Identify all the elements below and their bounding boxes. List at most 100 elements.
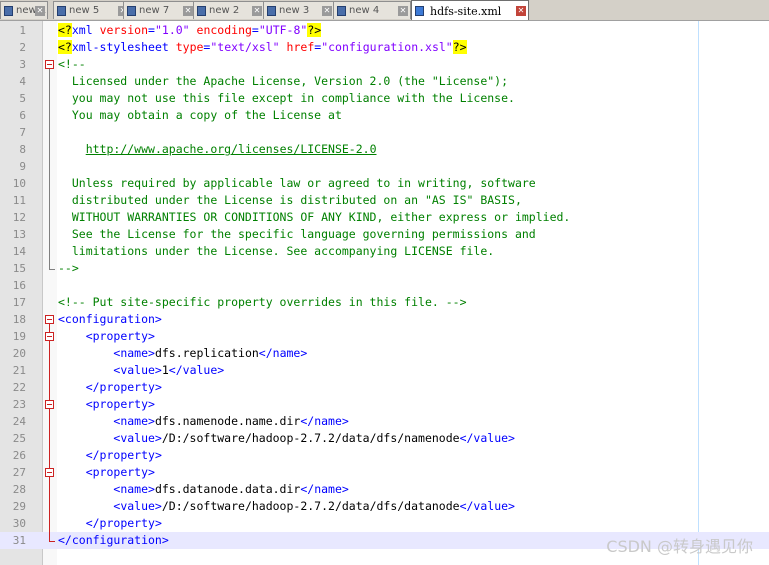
tab-new-7[interactable]: new 7 ✕ (123, 1, 196, 19)
code-token: --> (58, 261, 79, 275)
code-token: <name> (113, 414, 155, 428)
code-token: "1.0" (154, 23, 190, 37)
tab-label: new 7 (139, 5, 170, 16)
tab-hdfs-site-xml[interactable]: hdfs-site.xml ✕ (411, 0, 529, 20)
code-line[interactable]: 17 <!-- Put site-specific property overri… (0, 294, 769, 311)
document-icon (337, 6, 346, 16)
code-editor[interactable]: 1 <?xml version="1.0" encoding="UTF-8"?> 2… (0, 21, 769, 565)
code-token: <? (58, 23, 72, 37)
code-token: </property> (85, 448, 162, 462)
code-token: <configuration> (58, 312, 162, 326)
fold-toggle-icon[interactable] (45, 315, 54, 324)
fold-end-marker (49, 541, 55, 542)
code-line[interactable]: 30 </property> (0, 515, 769, 532)
code-line[interactable]: 24 <name>dfs.namenode.name.dir</name> (0, 413, 769, 430)
fold-end-marker (49, 269, 55, 270)
code-line[interactable]: 21 <value>1</value> (0, 362, 769, 379)
code-line[interactable]: 28 <name>dfs.datanode.data.dir</name> (0, 481, 769, 498)
code-line[interactable]: 4 Licensed under the Apache License, Ver… (0, 73, 769, 90)
tab-new-4[interactable]: new 4 ✕ (333, 1, 411, 19)
line-number: 2 (19, 41, 26, 54)
line-code: You may obtain a copy of the License at (58, 107, 342, 124)
line-code: </property> (58, 447, 162, 464)
document-icon (267, 6, 276, 16)
code-line[interactable]: 13 See the License for the specific lang… (0, 226, 769, 243)
code-line[interactable]: 5 you may not use this file except in co… (0, 90, 769, 107)
code-line[interactable]: 27 <property> (0, 464, 769, 481)
line-code: <value>/D:/software/hadoop-2.7.2/data/df… (58, 430, 515, 447)
line-number: 10 (12, 177, 26, 190)
code-line[interactable]: 1 <?xml version="1.0" encoding="UTF-8"?> (0, 22, 769, 39)
line-number: 8 (19, 143, 26, 156)
code-line[interactable]: 18 <configuration> (0, 311, 769, 328)
code-line[interactable]: 9 (0, 158, 769, 175)
line-number: 14 (12, 245, 26, 258)
line-code: </property> (58, 515, 162, 532)
line-code: <!-- (58, 56, 86, 73)
code-token: Unless required by applicable law or agr… (58, 176, 536, 190)
code-line[interactable]: 6 You may obtain a copy of the License a… (0, 107, 769, 124)
tab-new-3[interactable]: new 3 ✕ (263, 1, 335, 19)
code-line[interactable]: 10 Unless required by applicable law or … (0, 175, 769, 192)
tab-new-1[interactable]: new 1 ✕ (0, 1, 48, 19)
close-icon[interactable]: ✕ (35, 6, 45, 16)
tab-new-5[interactable]: new 5✕ (53, 1, 131, 19)
line-number: 13 (12, 228, 26, 241)
line-code: Unless required by applicable law or agr… (58, 175, 536, 192)
fold-toggle-icon[interactable] (45, 468, 54, 477)
line-number: 3 (19, 58, 26, 71)
code-token: version (99, 23, 149, 37)
code-line[interactable]: 29 <value>/D:/software/hadoop-2.7.2/data… (0, 498, 769, 515)
code-token: dfs.datanode.data.dir (154, 482, 301, 496)
code-line[interactable]: 14 limitations under the License. See ac… (0, 243, 769, 260)
code-line[interactable]: 26 </property> (0, 447, 769, 464)
code-token[interactable]: http://www.apache.org/licenses/LICENSE-2… (86, 142, 377, 156)
line-code: distributed under the License is distrib… (58, 192, 522, 209)
code-line[interactable]: 25 <value>/D:/software/hadoop-2.7.2/data… (0, 430, 769, 447)
fold-toggle-icon[interactable] (45, 60, 54, 69)
code-line[interactable]: 7 (0, 124, 769, 141)
code-line[interactable]: 2 <?xml-stylesheet type="text/xsl" href="… (0, 39, 769, 56)
close-icon[interactable]: ✕ (322, 6, 332, 16)
fold-toggle-icon[interactable] (45, 400, 54, 409)
code-token: "UTF-8" (258, 23, 308, 37)
code-token: type (175, 40, 204, 54)
line-number: 18 (12, 313, 26, 326)
code-line[interactable]: 19 <property> (0, 328, 769, 345)
line-code: <value>/D:/software/hadoop-2.7.2/data/df… (58, 498, 515, 515)
code-token: /D:/software/hadoop-2.7.2/data/dfs/namen… (161, 431, 460, 445)
code-line[interactable]: 12 WITHOUT WARRANTIES OR CONDITIONS OF A… (0, 209, 769, 226)
fold-toggle-icon[interactable] (45, 332, 54, 341)
close-icon[interactable]: ✕ (398, 6, 408, 16)
close-icon[interactable]: ✕ (252, 6, 262, 16)
tab-new-2[interactable]: new 2 ✕ (193, 1, 265, 19)
code-line[interactable]: 15 --> (0, 260, 769, 277)
code-line[interactable]: 3 <!-- (0, 56, 769, 73)
code-token: <value> (113, 431, 162, 445)
code-token: Licensed under the Apache License, Versi… (58, 74, 509, 88)
code-line[interactable]: 8 http://www.apache.org/licenses/LICENSE… (0, 141, 769, 158)
line-code: you may not use this file except in comp… (58, 90, 515, 107)
code-token: limitations under the License. See accom… (58, 244, 495, 258)
code-token: WITHOUT WARRANTIES OR CONDITIONS OF ANY … (58, 210, 571, 224)
line-number: 5 (19, 92, 26, 105)
document-icon (197, 6, 206, 16)
code-line[interactable]: 16 (0, 277, 769, 294)
line-number: 28 (12, 483, 26, 496)
code-line[interactable]: 23 <property> (0, 396, 769, 413)
code-line[interactable]: 22 </property> (0, 379, 769, 396)
close-icon[interactable]: ✕ (183, 6, 193, 16)
tab-label: new 2 (209, 5, 240, 16)
code-token: <property> (85, 329, 155, 343)
code-line[interactable]: 20 <name>dfs.replication</name> (0, 345, 769, 362)
code-line[interactable]: 11 distributed under the License is dist… (0, 192, 769, 209)
close-icon[interactable]: ✕ (516, 6, 526, 16)
